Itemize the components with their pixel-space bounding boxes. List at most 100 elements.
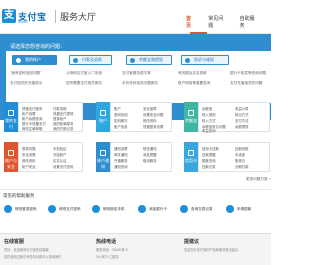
payment-icon — [73, 58, 78, 63]
category-link[interactable]: 如何解冻 — [114, 118, 128, 123]
category-links: 余额宝 收益计算 转入规则 转出方式 转入方式 支付方法 余额宝常见问题 余额提… — [198, 102, 270, 133]
guide-change-login-password[interactable]: 修改登录密码 — [4, 205, 37, 213]
quick-button-balance-withdraw[interactable]: 余额宝和提现 — [126, 55, 172, 65]
key-icon — [4, 205, 12, 213]
category-link[interactable]: 收益计算 — [235, 106, 249, 111]
category-link[interactable]: 短信通知 — [143, 146, 157, 151]
category-link[interactable]: 转出方式 — [235, 112, 249, 117]
guide-add-bank-card[interactable]: 添加银行卡 — [138, 205, 167, 213]
category-link[interactable]: 余额宝 — [202, 106, 212, 111]
category-link[interactable]: 还款提醒 — [202, 152, 216, 157]
category-link[interactable]: 冻结帐户 — [53, 152, 67, 157]
coin-icon — [188, 110, 194, 116]
category-link[interactable]: 支付方法 — [235, 118, 249, 123]
category-link[interactable]: 安全保障 — [143, 106, 157, 111]
category-link[interactable]: 设置支付密码 — [53, 164, 73, 169]
contact-online-service[interactable]: 在线客服 您好，欢迎使用支付宝在线客服 如在使用过程中有任何问题可以咨询我们 — [4, 238, 61, 259]
contact-desc: 欢迎您对支付宝的产品和服务提出建议 — [184, 248, 239, 252]
category-link[interactable]: 账户 — [114, 106, 121, 111]
contact-suggestion[interactable]: 提建议 欢迎您对支付宝的产品和服务提出建议 — [184, 238, 238, 252]
category-label: 账户 — [99, 118, 107, 123]
alipay-logo-icon[interactable]: 支 — [2, 9, 16, 23]
quick-button-label: 余额宝和提现 — [139, 57, 163, 62]
contact-desc: 服务热线：95188 转 8 — [96, 248, 128, 252]
category-link[interactable]: 快捷登录设置 — [143, 124, 163, 129]
guide-label: 查询交易记录 — [191, 207, 213, 211]
contact-desc: 您好，欢迎使用支付宝在线客服 — [4, 248, 49, 252]
category-link[interactable]: 通知设置 — [114, 146, 128, 151]
category-link[interactable]: 消息提醒 — [143, 152, 157, 157]
quick-button-label: 付款及退款 — [82, 57, 102, 62]
credit-card-icon — [188, 150, 194, 156]
category-link[interactable]: 设置安全问题 — [143, 112, 163, 117]
bell-icon — [100, 150, 106, 156]
category-link[interactable]: 修改资料 — [143, 118, 157, 123]
quick-button-complaint[interactable]: 投诉与维权 — [181, 55, 229, 65]
category-link[interactable]: 开通服务 — [114, 158, 128, 163]
banner-prompt: 请选择您想咨询的问题： — [10, 44, 66, 50]
category-link[interactable]: 转入方式 — [202, 118, 216, 123]
category-link[interactable]: 转入规则 — [202, 112, 216, 117]
main-nav: 首页 常见问题 自助服务 — [186, 15, 271, 29]
category-link[interactable]: 账户信息 — [114, 124, 128, 129]
category-link[interactable]: 密码找回 — [114, 112, 128, 117]
category-tile[interactable]: 我的支付 — [4, 102, 18, 132]
category-tile[interactable]: 账户 — [96, 102, 110, 132]
category-label: 账户与安全 — [5, 158, 17, 169]
category-tile[interactable]: 余额宝 — [184, 102, 198, 132]
category-link[interactable]: 邮件通知 — [114, 152, 128, 157]
category-tile[interactable]: 账户通知 — [96, 142, 110, 172]
category-link[interactable]: 修改注册邮箱 — [22, 126, 42, 131]
category-tile[interactable]: 信用卡 — [184, 142, 198, 172]
guide-label: 修改绑定手机 — [103, 207, 125, 211]
credit-card-icon — [138, 205, 146, 213]
category-link[interactable]: 我的付款记录 — [53, 126, 73, 131]
logo-divider — [55, 10, 56, 23]
quick-button-payment-refund[interactable]: 付款及退款 — [69, 55, 112, 65]
user-icon — [16, 58, 21, 63]
contact-desc: 如在使用过程中有任何问题可以咨询我们 — [4, 255, 62, 259]
more-categories-link[interactable]: 更多问题分类 > — [246, 177, 271, 182]
category-link[interactable]: 安全设置 — [22, 152, 36, 157]
guide-apply-refund[interactable]: 申请退款 — [226, 205, 251, 213]
logo-subtitle: ALIPAY — [18, 20, 29, 24]
contact-title: 提建议 — [184, 239, 200, 245]
category-link[interactable]: 额度查询 — [202, 158, 216, 163]
refund-icon — [226, 205, 234, 213]
category-link[interactable]: 账单日 — [235, 158, 245, 163]
nav-faq[interactable]: 常见问题 — [208, 15, 226, 29]
shield-icon — [185, 58, 190, 63]
guides-title: 常见的帮助服务 — [3, 193, 35, 198]
contact-hotline[interactable]: 热线电话 服务热线：95188 转 8 24小时人工服务 — [96, 238, 128, 259]
guide-change-pay-password[interactable]: 修改支付密码 — [48, 205, 81, 213]
category-label: 信用卡 — [185, 158, 197, 163]
contact-title: 在线客服 — [4, 239, 25, 245]
phone-icon — [92, 205, 100, 213]
nav-self-service[interactable]: 自助服务 — [240, 15, 258, 29]
contact-desc: 24小时人工服务 — [96, 255, 119, 259]
guide-change-phone[interactable]: 修改绑定手机 — [92, 205, 125, 213]
quick-button-my-account[interactable]: 我的帐户 — [12, 55, 57, 65]
category-link[interactable]: 通知查询 — [114, 164, 128, 169]
category-link[interactable]: 实名认证 — [53, 158, 67, 163]
nav-home[interactable]: 首页 — [186, 15, 195, 29]
category-link[interactable]: 取消服务 — [143, 158, 157, 163]
category-link[interactable]: 分期付款 — [235, 164, 249, 169]
category-link[interactable]: 还款记录 — [202, 164, 216, 169]
wallet-icon — [130, 58, 135, 63]
guide-query-transactions[interactable]: 查询交易记录 — [180, 205, 213, 213]
category-tile[interactable]: 账户与安全 — [4, 142, 18, 172]
category-link[interactable]: 收益查询 — [202, 128, 216, 133]
category-link[interactable]: 手续费 — [235, 152, 245, 157]
category-link[interactable]: 修改资料 — [22, 158, 36, 163]
category-link[interactable]: 还款到账 — [235, 146, 249, 151]
category-link[interactable]: 登录问题 — [22, 146, 36, 151]
category-link[interactable]: 帐户安全 — [22, 164, 36, 169]
category-links: 快速支付服务 付款流程 帐户设置 快捷支付提现 帐户余额查询 登录帐户 银行卡快… — [18, 102, 83, 132]
category-links: 通知设置 短信通知 邮件通知 消息提醒 开通服务 取消服务 通知查询 — [110, 142, 172, 172]
category-link[interactable]: 手机验证 — [53, 146, 67, 151]
category-links: 信用卡还款 还款到账 还款提醒 手续费 额度查询 账单日 还款记录 分期付款 — [198, 142, 270, 172]
category-link[interactable]: 余额提现 — [235, 124, 249, 129]
category-link[interactable]: 信用卡还款 — [202, 146, 219, 151]
category-grid: 我的支付 快速支付服务 付款流程 帐户设置 快捷支付提现 帐户余额查询 登录帐户… — [0, 76, 271, 189]
